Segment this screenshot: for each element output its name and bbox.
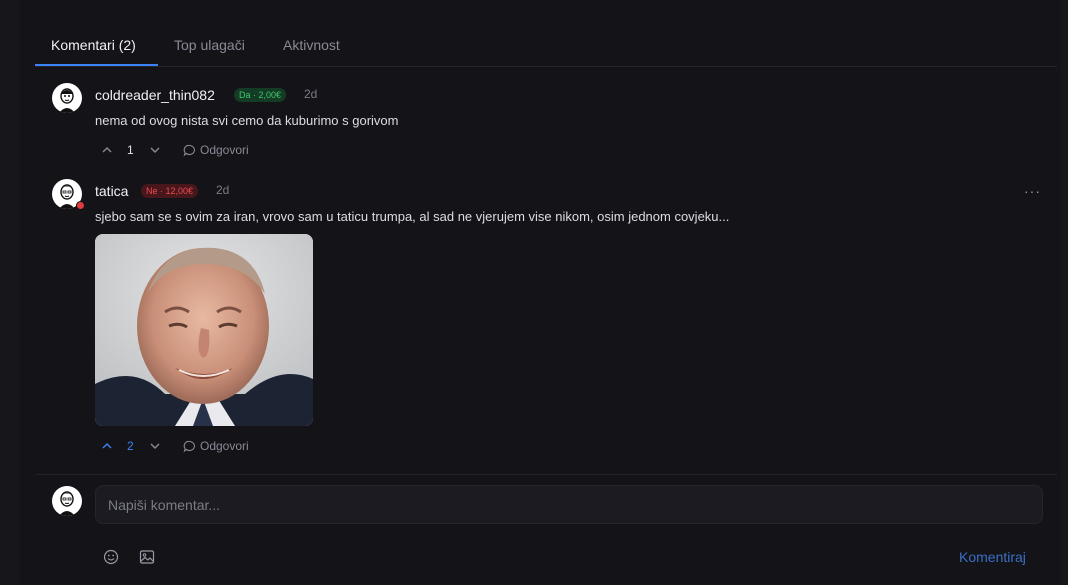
more-options-icon[interactable]: ··· — [1024, 183, 1041, 199]
avatar[interactable] — [52, 83, 82, 113]
downvote-icon[interactable] — [148, 439, 162, 453]
bet-badge: Ne · 12,00€ — [141, 184, 199, 198]
comment-input[interactable] — [95, 485, 1043, 524]
upvote-icon[interactable] — [100, 143, 114, 157]
emoji-icon[interactable] — [103, 549, 119, 565]
online-status-dot — [76, 201, 85, 210]
vote-count: 2 — [127, 439, 134, 453]
upvote-icon[interactable] — [100, 439, 114, 453]
reply-label: Odgovori — [200, 143, 249, 157]
comment-time: 2d — [216, 183, 230, 197]
comment-time: 2d — [304, 87, 318, 101]
comment-username[interactable]: coldreader_thin082 — [95, 87, 215, 103]
reply-label: Odgovori — [200, 439, 249, 453]
reply-icon — [183, 144, 195, 157]
submit-comment-button[interactable]: Komentiraj — [959, 549, 1026, 565]
comment-text: nema od ovog nista svi cemo da kuburimo … — [95, 113, 399, 128]
divider — [35, 474, 1057, 475]
comment-image[interactable] — [95, 234, 313, 426]
vote-count: 1 — [127, 143, 134, 157]
current-user-avatar — [52, 486, 82, 516]
tab-activity[interactable]: Aktivnost — [283, 37, 340, 53]
reply-button[interactable]: Odgovori — [183, 143, 263, 159]
tab-bar: Komentari (2) Top ulagači Aktivnost — [35, 24, 1057, 67]
active-tab-indicator — [35, 64, 158, 66]
bet-badge: Da · 2,00€ — [234, 88, 287, 102]
comment-text: sjebo sam se s ovim za iran, vrovo sam u… — [95, 209, 730, 224]
tab-top-investors[interactable]: Top ulagači — [174, 37, 245, 53]
downvote-icon[interactable] — [148, 143, 162, 157]
comment-username[interactable]: tatica — [95, 183, 128, 199]
reply-button[interactable]: Odgovori — [183, 439, 263, 455]
reply-icon — [183, 440, 195, 453]
tab-comments[interactable]: Komentari (2) — [51, 37, 136, 53]
image-icon[interactable] — [139, 549, 155, 565]
